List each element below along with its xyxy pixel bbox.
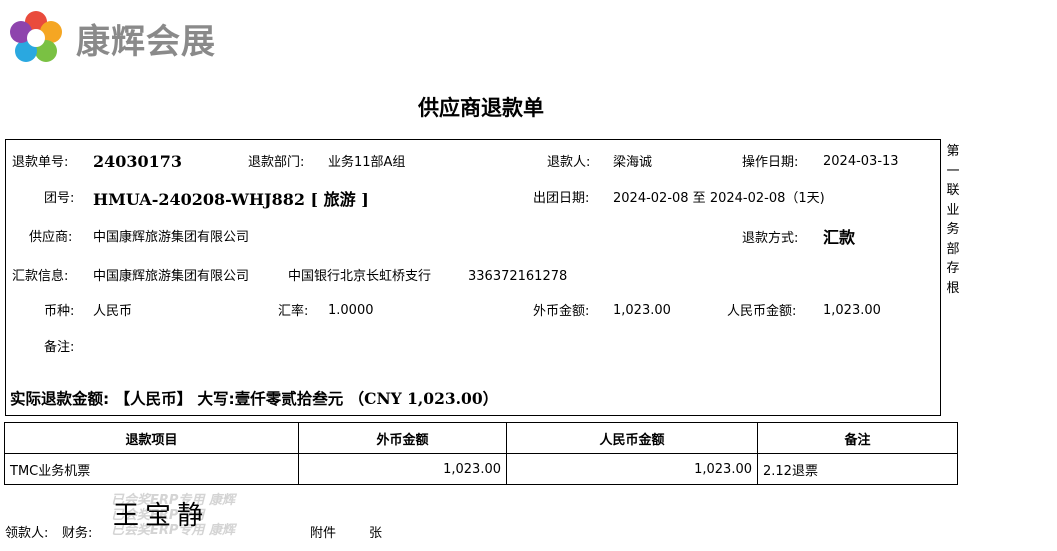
dept: 业务11部A组 [328, 155, 406, 170]
receiver-label: 领款人: [5, 526, 49, 541]
attachment-unit: 张 [369, 526, 383, 541]
depart-label: 出团日期: [533, 191, 590, 206]
copy-note: 第一联业务部存根 [946, 144, 960, 296]
refund-method: 汇款 [823, 228, 856, 247]
person-label: 退款人: [547, 155, 591, 170]
total-currency-tag: 【人民币】 [114, 390, 193, 408]
foreign-amount: 1,023.00 [613, 303, 671, 318]
attachment-label: 附件 [310, 526, 337, 541]
dept-label: 退款部门: [248, 155, 305, 170]
col-header-item: 退款项目 [4, 422, 299, 454]
col-header-foreign: 外币金额 [298, 422, 507, 454]
col-header-remark: 备注 [757, 422, 958, 454]
currency-label: 币种: [44, 304, 75, 319]
rmb-amount: 1,023.00 [823, 303, 881, 318]
actual-refund-total: 实际退款金额: 【人民币】 大写:壹仟零贰拾叁元 （CNY 1,023.00） [10, 389, 498, 409]
remit-bank: 中国银行北京长虹桥支行 [288, 269, 432, 284]
supplier-label: 供应商: [29, 230, 73, 245]
supplier: 中国康辉旅游集团有限公司 [93, 230, 250, 245]
group-label: 团号: [44, 191, 75, 206]
remark-label: 备注: [44, 340, 75, 355]
table-header-row: 退款项目 外币金额 人民币金额 备注 [4, 422, 958, 454]
op-date: 2024-03-13 [823, 154, 899, 169]
remit-account: 336372161278 [468, 269, 568, 284]
exchange-rate: 1.0000 [328, 303, 374, 318]
total-uppercase-label: 大写: [197, 390, 235, 408]
cell-remark: 2.12退票 [757, 453, 958, 485]
flower-logo-icon [10, 11, 62, 62]
total-cny: （CNY 1,023.00） [348, 389, 499, 408]
remit-company: 中国康辉旅游集团有限公司 [93, 269, 250, 284]
cell-foreign: 1,023.00 [298, 453, 507, 485]
rmb-amount-label: 人民币金额: [727, 304, 797, 319]
cell-rmb: 1,023.00 [506, 453, 758, 485]
table-row: TMC业务机票 1,023.00 1,023.00 2.12退票 [4, 453, 958, 485]
rate-label: 汇率: [278, 304, 309, 319]
cell-item: TMC业务机票 [4, 453, 299, 485]
total-label: 实际退款金额: [10, 390, 110, 408]
refund-items-table: 退款项目 外币金额 人民币金额 备注 TMC业务机票 1,023.00 1,02… [4, 422, 958, 485]
person: 梁海诚 [613, 155, 653, 170]
refund-no-label: 退款单号: [12, 155, 69, 170]
depart-date: 2024-02-08 至 2024-02-08（1天) [613, 191, 825, 206]
document-title: 供应商退款单 [418, 96, 544, 120]
handwritten-signature: 王宝静 [113, 501, 210, 531]
group-no: HMUA-240208-WHJ882 [ 旅游 ] [93, 190, 369, 209]
finance-label: 财务: [62, 526, 93, 541]
foreign-amount-label: 外币金额: [533, 304, 590, 319]
total-uppercase: 壹仟零贰拾叁元 [234, 390, 344, 408]
col-header-rmb: 人民币金额 [506, 422, 758, 454]
currency: 人民币 [93, 304, 133, 319]
company-name: 康辉会展 [76, 21, 216, 62]
method-label: 退款方式: [742, 231, 799, 246]
refund-no: 24030173 [93, 152, 183, 171]
op-date-label: 操作日期: [742, 155, 799, 170]
company-logo: 康辉会展 [6, 8, 216, 68]
remit-label: 汇款信息: [12, 269, 69, 284]
